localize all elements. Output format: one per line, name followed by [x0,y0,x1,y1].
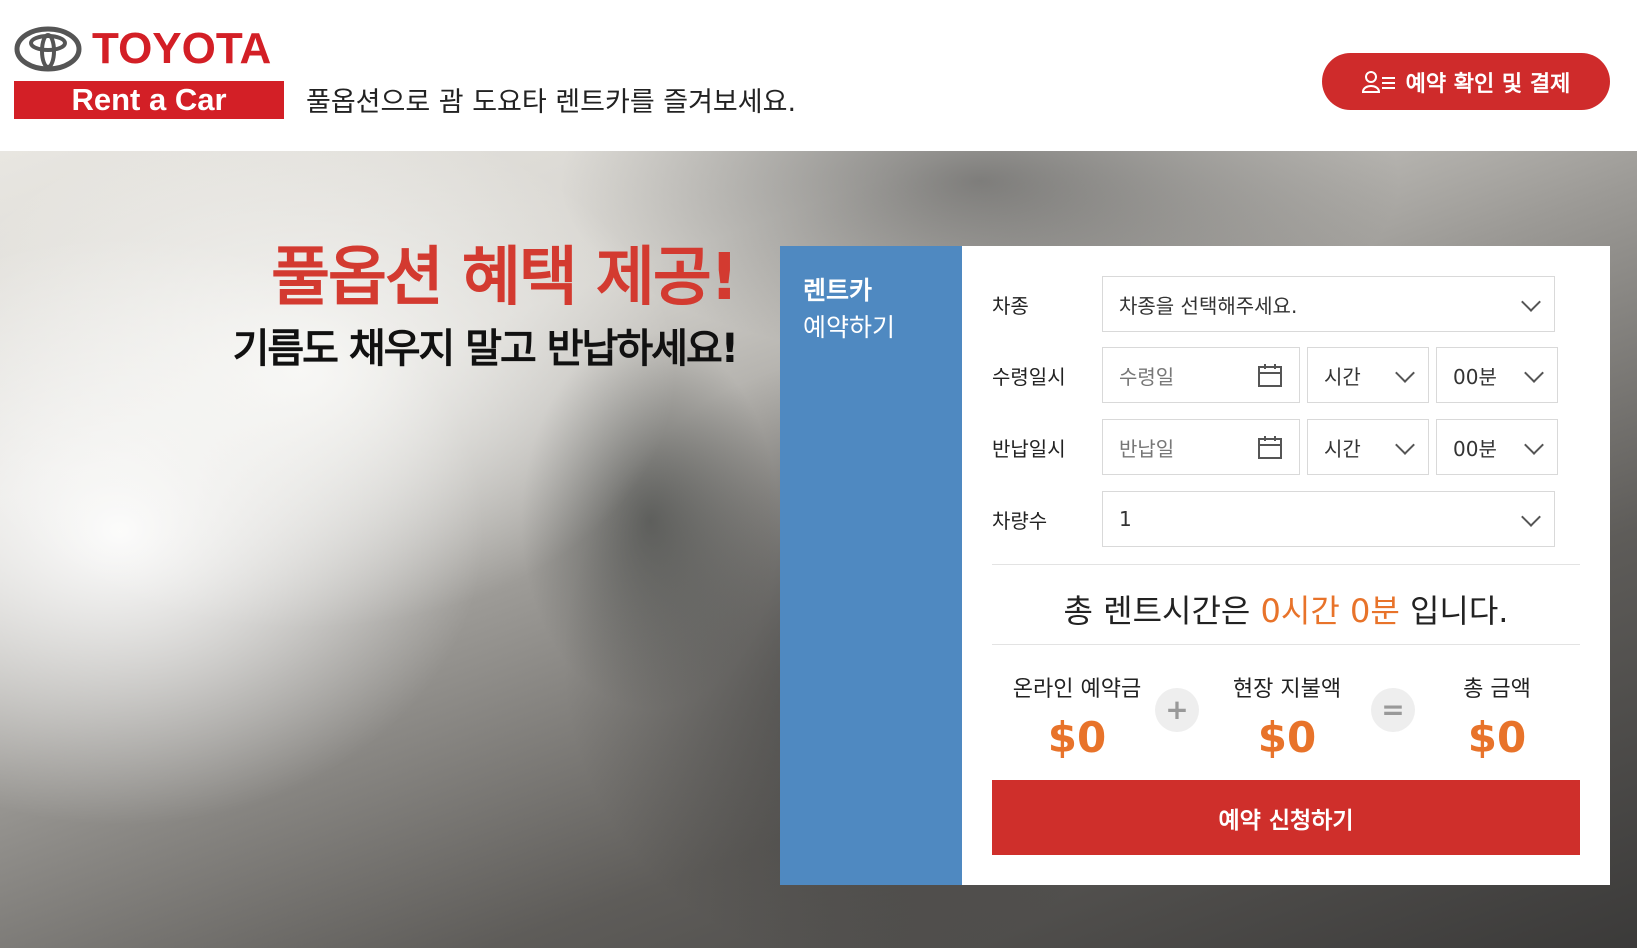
toyota-rent-a-car-logo[interactable]: TOYOTA Rent a Car [14,24,284,120]
booking-title-line1: 렌트카 [803,276,873,305]
pickup-hour-select[interactable]: 시간 [1307,347,1429,403]
booking-panel-header: 렌트카 예약하기 [780,246,962,885]
return-label: 반납일시 [992,437,1066,461]
pickup-minute-text: 00분 [1453,364,1497,389]
booking-form: 차종 차종을 선택해주세요. 수령일시 수령일 시간 00분 반납일시 반납일 [962,246,1610,885]
total-minutes: 0분 [1349,592,1400,630]
total-amount: 총 금액 $0 [1412,671,1582,762]
return-minute-select[interactable]: 00분 [1436,419,1558,475]
pickup-date-placeholder: 수령일 [1119,364,1175,389]
chevron-down-icon [1395,435,1415,455]
total-rent-time: 총 렌트시간은 0시간 0분 입니다. [992,586,1580,632]
car-type-select-text: 차종을 선택해주세요. [1119,293,1298,318]
pickup-hour-text: 시간 [1324,364,1361,389]
site-header: TOYOTA Rent a Car 풀옵션으로 괌 도요타 렌트카를 즐겨보세요… [0,0,1637,151]
divider [992,564,1580,565]
total-hours: 0시간 [1260,592,1340,630]
calendar-icon [1258,364,1282,387]
return-date-placeholder: 반납일 [1119,436,1175,461]
chevron-down-icon [1524,363,1544,383]
return-date-input[interactable]: 반납일 [1102,419,1300,475]
online-deposit-value: $0 [1047,713,1107,762]
header-tagline: 풀옵션으로 괌 도요타 렌트카를 즐겨보세요. [306,87,797,118]
return-hour-select[interactable]: 시간 [1307,419,1429,475]
equals-icon: = [1371,688,1415,732]
car-type-select[interactable]: 차종을 선택해주세요. [1102,276,1555,332]
car-count-label: 차량수 [992,509,1048,533]
chevron-down-icon [1521,507,1541,527]
total-time-prefix: 총 렌트시간은 [1063,592,1251,630]
pickup-date-input[interactable]: 수령일 [1102,347,1300,403]
onsite-payment-value: $0 [1257,713,1317,762]
divider [992,644,1580,645]
car-type-label: 차종 [992,294,1029,318]
brand-subtitle: Rent a Car [14,81,284,119]
logo-top: TOYOTA [14,24,284,74]
plus-icon: + [1155,688,1199,732]
calendar-icon [1258,436,1282,459]
online-deposit: 온라인 예약금 $0 [992,671,1162,762]
car-count-value: 1 [1119,507,1132,531]
pickup-label: 수령일시 [992,365,1066,389]
reservation-confirm-button[interactable]: 예약 확인 및 결제 [1322,53,1610,110]
online-deposit-label: 온라인 예약금 [1012,677,1142,702]
chevron-down-icon [1521,292,1541,312]
total-amount-value: $0 [1467,713,1527,762]
pickup-minute-select[interactable]: 00분 [1436,347,1558,403]
car-count-select[interactable]: 1 [1102,491,1555,547]
submit-reservation-button[interactable]: 예약 신청하기 [992,780,1580,855]
onsite-payment-label: 현장 지불액 [1232,677,1342,702]
onsite-payment: 현장 지불액 $0 [1202,671,1372,762]
booking-title-line2: 예약하기 [803,313,896,342]
total-time-suffix: 입니다. [1409,592,1509,630]
user-list-icon [1361,70,1395,93]
toyota-emblem-icon [14,26,82,72]
promo-title: 풀옵션 혜택 제공! [271,241,739,315]
chevron-down-icon [1395,363,1415,383]
brand-name: TOYOTA [92,24,272,73]
reservation-confirm-label: 예약 확인 및 결제 [1405,71,1571,97]
total-amount-label: 총 금액 [1463,677,1531,702]
chevron-down-icon [1524,435,1544,455]
return-minute-text: 00분 [1453,436,1497,461]
return-hour-text: 시간 [1324,436,1361,461]
promo-subtitle: 기름도 채우지 말고 반납하세요! [232,326,739,372]
